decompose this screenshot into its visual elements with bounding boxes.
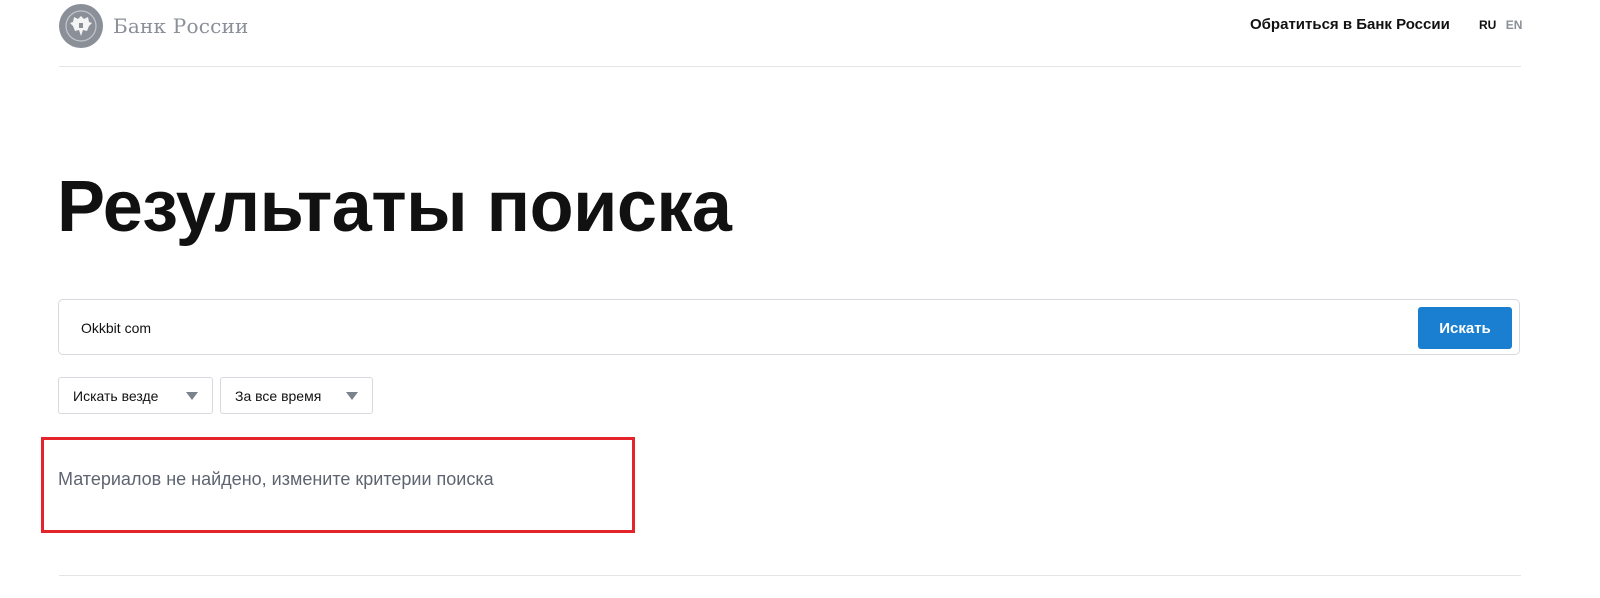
period-dropdown-value: За все время	[235, 387, 322, 404]
divider	[59, 575, 1521, 576]
double-headed-eagle-icon	[59, 4, 103, 48]
logo-link[interactable]: Банк России	[59, 4, 249, 48]
language-en[interactable]: EN	[1506, 18, 1523, 32]
page: Банк России Обратиться в Банк России RU …	[0, 0, 1600, 598]
language-ru[interactable]: RU	[1479, 18, 1496, 32]
no-results-message: Материалов не найдено, измените критерии…	[58, 469, 494, 489]
search-button[interactable]: Искать	[1418, 307, 1512, 349]
language-switcher: RU EN	[1479, 18, 1522, 32]
page-title: Результаты поиска	[57, 167, 732, 247]
search-box: Искать	[58, 299, 1520, 355]
contact-bank-link[interactable]: Обратиться в Банк России	[1250, 16, 1450, 33]
search-input[interactable]	[79, 310, 1403, 346]
scope-dropdown[interactable]: Искать везде	[58, 377, 213, 414]
scope-dropdown-value: Искать везде	[73, 387, 159, 404]
triangle-down-icon	[346, 392, 358, 400]
logo-text: Банк России	[113, 14, 249, 38]
period-dropdown[interactable]: За все время	[220, 377, 373, 414]
triangle-down-icon	[186, 392, 198, 400]
header: Банк России Обратиться в Банк России RU …	[59, 0, 1522, 67]
